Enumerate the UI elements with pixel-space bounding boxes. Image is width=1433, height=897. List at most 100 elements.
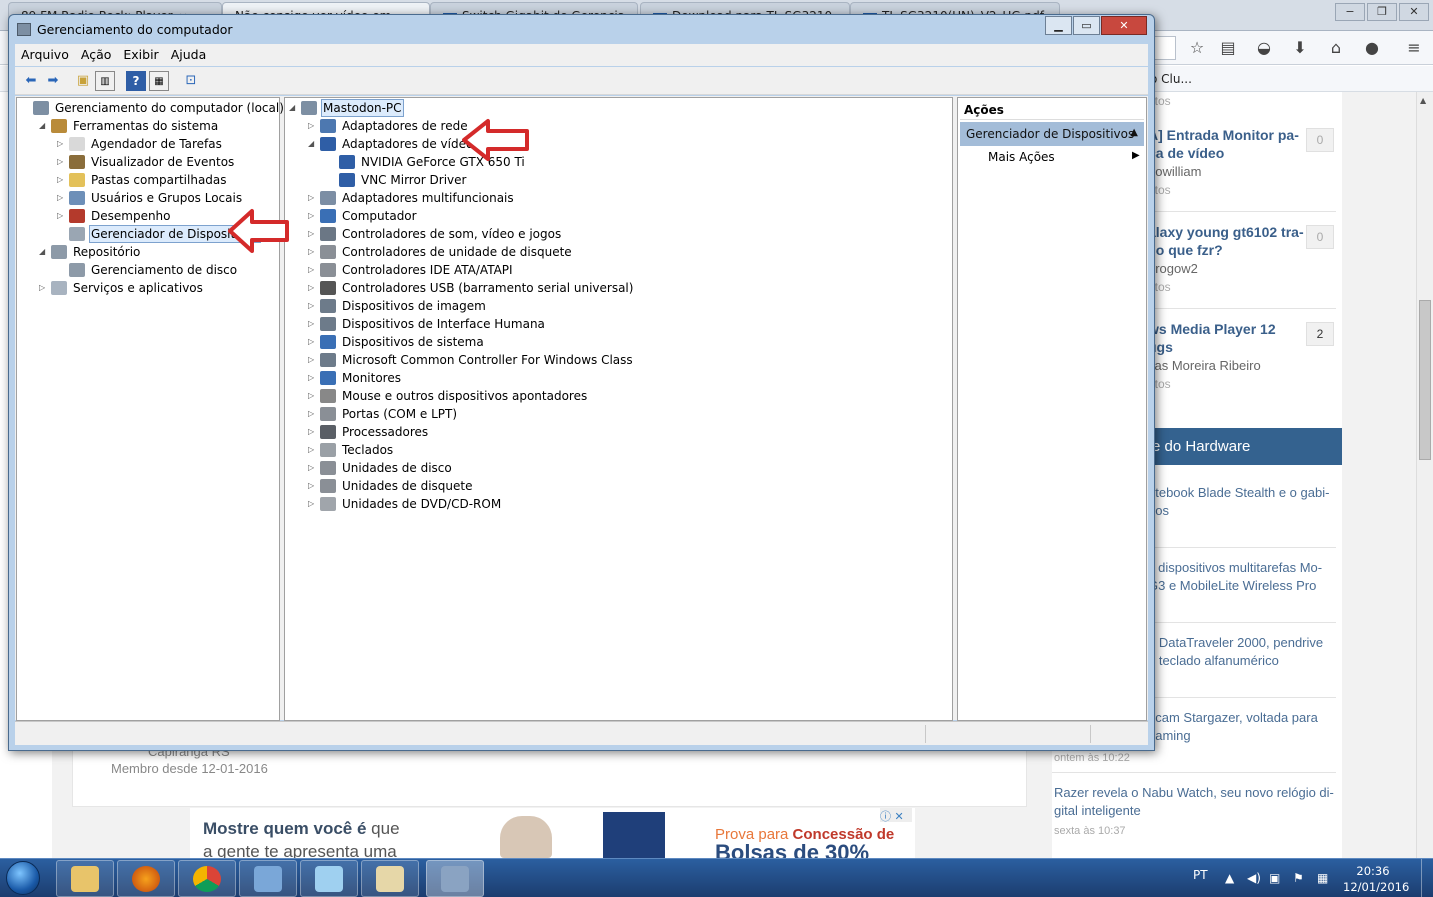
device-category[interactable]: ▷ Dispositivos de Interface Humana [308,315,547,333]
taskbar-paint[interactable] [361,860,419,897]
device-category[interactable]: ▷ Microsoft Common Controller For Windows… [308,351,635,369]
expander-icon[interactable]: ▷ [308,369,318,387]
language-indicator[interactable]: PT [1193,868,1208,882]
expander-icon[interactable]: ▷ [308,261,318,279]
device-category[interactable]: ▷ Dispositivos de imagem [308,297,488,315]
device-category[interactable]: ▷ Unidades de DVD/CD-ROM [308,495,503,513]
console-tree-item[interactable]: ▷ Serviços e aplicativos [39,279,205,297]
device-category[interactable]: ▷ Portas (COM e LPT) [308,405,459,423]
menu-ajuda[interactable]: Ajuda [165,44,213,65]
restore-icon[interactable]: ❐ [1367,3,1397,21]
star-icon[interactable]: ☆ [1185,37,1209,59]
device-category[interactable]: ▷ Processadores [308,423,430,441]
expander-icon[interactable]: ▷ [57,207,67,225]
expander-icon[interactable]: ◢ [39,243,49,261]
minimize-icon[interactable]: − [1335,3,1365,21]
expander-icon[interactable]: ▷ [57,171,67,189]
back-icon[interactable]: ⬅ [21,71,41,91]
show-hide-tree-icon[interactable]: ▥ [95,71,115,91]
device-category[interactable]: ▷ Mouse e outros dispositivos apontadores [308,387,589,405]
taskbar-explorer[interactable] [56,860,114,897]
console-tree-item[interactable]: ▷ Pastas compartilhadas [57,171,229,189]
actions-section-header[interactable]: Gerenciador de Dispositivos ▲ [960,122,1144,146]
scan-hardware-icon[interactable]: ⊡ [181,71,201,91]
news-title[interactable]: o DataTraveler 2000, pendrive e teclado … [1148,634,1336,670]
clock[interactable]: 20:36 12/01/2016 [1343,863,1409,895]
console-tree-item[interactable]: Gerenciamento de disco [57,261,239,279]
show-hidden-icons-icon[interactable]: ▲ [1225,871,1234,885]
menu-acao[interactable]: Ação [75,44,118,65]
news-title[interactable]: bcam Stargazer, voltada para eaming [1148,709,1336,745]
volume-icon[interactable]: ◀) [1247,871,1261,885]
close-icon[interactable]: ✕ [1399,3,1429,21]
taskbar-network[interactable] [300,860,358,897]
scroll-thumb[interactable] [1419,300,1431,460]
forward-icon[interactable]: ➡ [43,71,63,91]
expander-icon[interactable]: ▷ [308,117,318,135]
expander-icon[interactable]: ▷ [57,153,67,171]
news-title[interactable]: otebook Blade Stealth e o gabi- gos [1148,484,1336,520]
device-category[interactable]: ▷ Teclados [308,441,395,459]
expander-icon[interactable]: ▷ [308,279,318,297]
console-tree-item[interactable]: ▷ Usuários e Grupos Locais [57,189,244,207]
expander-icon[interactable]: ▷ [308,405,318,423]
minimize-button[interactable]: ▁ [1045,16,1072,35]
expander-icon[interactable]: ▷ [308,189,318,207]
device-category[interactable]: ▷ Computador [308,207,419,225]
console-tree[interactable]: Gerenciamento do computador (local) ◢ Ferr… [16,97,284,721]
more-actions[interactable]: Mais Ações [988,150,1055,164]
device-category[interactable]: ▷ Adaptadores de rede [308,117,470,135]
device-tree[interactable]: ◢ Mastodon-PC ▷ Adaptadores de rede ◢ Adaptad… [284,97,953,721]
news-item[interactable]: Razer revela o Nabu Watch, seu novo reló… [1052,784,1336,840]
expander-icon[interactable]: ▷ [308,297,318,315]
device-category[interactable]: ▷ Dispositivos de sistema [308,333,486,351]
news-title[interactable]: Razer revela o Nabu Watch, seu novo reló… [1054,784,1336,820]
expander-icon[interactable]: ▷ [308,387,318,405]
console-tree-item[interactable]: ▷ Desempenho [57,207,173,225]
console-tree-item[interactable]: ◢ Ferramentas do sistema [39,117,220,135]
download-icon[interactable]: ⬇ [1288,37,1312,59]
menu-arquivo[interactable]: Arquivo [15,44,75,65]
network-status-icon[interactable]: ▣ [1269,871,1280,885]
pocket-icon[interactable]: ◒ [1252,37,1276,59]
title-bar[interactable]: Gerenciamento do computador ▁ ▭ ✕ [9,15,1154,43]
close-button[interactable]: ✕ [1101,16,1147,35]
expander-icon[interactable]: ▷ [39,279,49,297]
start-button[interactable] [0,859,48,897]
menu-exibir[interactable]: Exibir [117,44,164,65]
scroll-up-icon[interactable]: ▲ [1420,96,1426,105]
device-category[interactable]: ◢ Adaptadores de vídeo [308,135,475,153]
expander-icon[interactable]: ▷ [308,495,318,513]
expander-icon[interactable]: ▷ [57,135,67,153]
chat-icon[interactable]: ● [1360,37,1384,59]
taskbar-chrome[interactable] [178,860,236,897]
device-category[interactable]: ▷ Unidades de disco [308,459,454,477]
console-tree-item[interactable]: ▷ Visualizador de Eventos [57,153,236,171]
news-title[interactable]: s dispositivos multitarefas Mo- G3 e Mob… [1148,559,1336,595]
expander-icon[interactable]: ▷ [308,225,318,243]
device-category[interactable]: ▷ Controladores IDE ATA/ATAPI [308,261,515,279]
console-tree-item[interactable]: ◢ Repositório [39,243,142,261]
device-category[interactable]: ▷ Controladores de unidade de disquete [308,243,574,261]
menu-icon[interactable]: ≡ [1402,37,1426,59]
help-icon[interactable]: ? [126,71,146,91]
taskbar-firefox[interactable] [117,860,175,897]
advertisement[interactable]: Mostre quem você é que a gente te aprese… [190,808,915,865]
device-category[interactable]: ▷ Controladores de som, vídeo e jogos [308,225,563,243]
expander-icon[interactable]: ◢ [308,135,318,153]
device-category[interactable]: ▷ Unidades de disquete [308,477,474,495]
device-category[interactable]: ▷ Monitores [308,369,403,387]
console-tree-item[interactable]: Gerenciamento do computador (local) [21,99,286,117]
reading-list-icon[interactable]: ▤ [1216,37,1240,59]
expander-icon[interactable]: ◢ [39,117,49,135]
taskbar-control-panel[interactable] [239,860,297,897]
show-action-pane-icon[interactable]: ▦ [149,71,169,91]
expander-icon[interactable]: ▷ [57,189,67,207]
tray-app-icon[interactable]: ▦ [1317,871,1328,885]
action-center-flag-icon[interactable]: ⚑ [1293,871,1304,885]
expander-icon[interactable]: ▷ [308,459,318,477]
expander-icon[interactable]: ▷ [308,423,318,441]
device-category[interactable]: ▷ Controladores USB (barramento serial un… [308,279,635,297]
home-icon[interactable]: ⌂ [1324,37,1348,59]
show-desktop-button[interactable] [1421,859,1433,897]
